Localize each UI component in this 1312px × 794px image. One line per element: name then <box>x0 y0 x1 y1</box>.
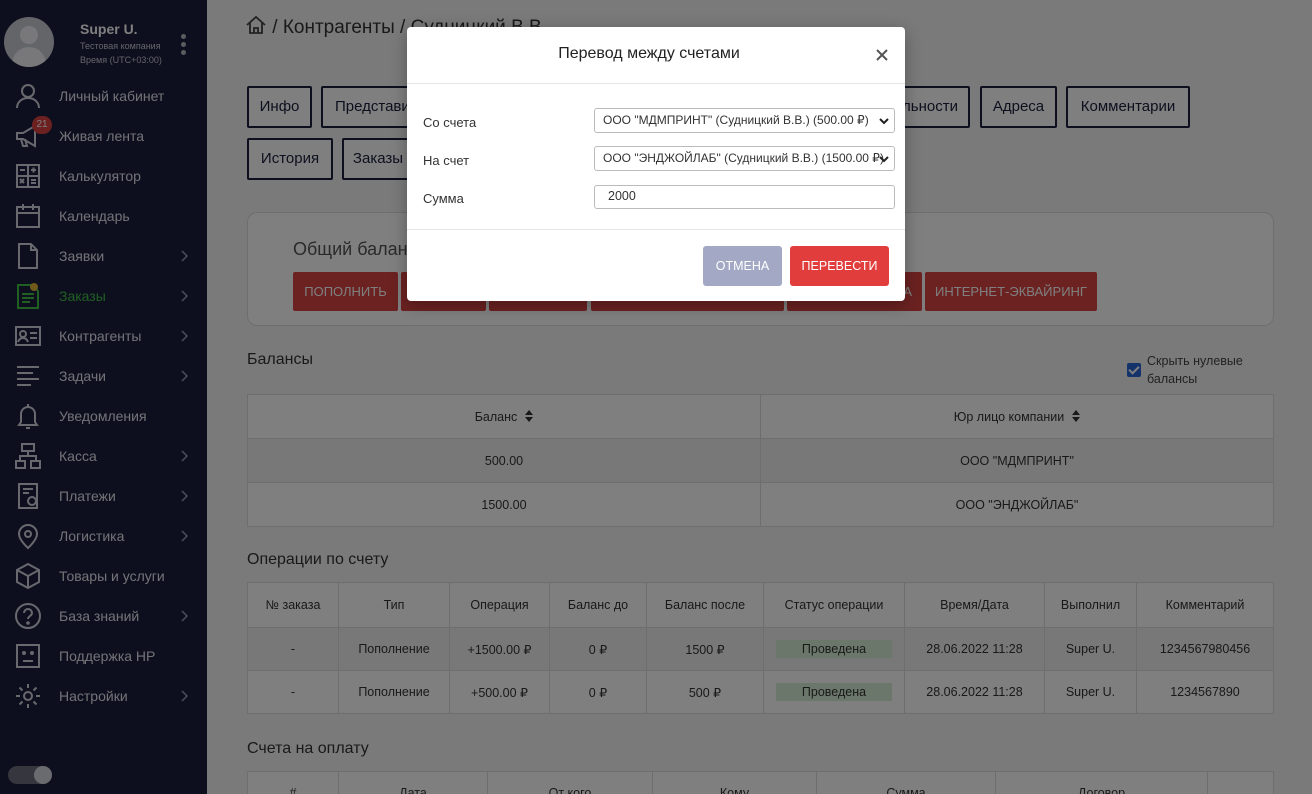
divider <box>407 229 905 230</box>
to-account-select[interactable]: ООО "ЭНДЖОЙЛАБ" (Судницкий В.В.) (1500.0… <box>594 146 895 171</box>
amount-input[interactable]: 2000 <box>594 185 895 209</box>
to-account-value: ООО "ЭНДЖОЙЛАБ" (Судницкий В.В.) (1500.0… <box>603 151 884 165</box>
from-account-value: ООО "МДМПРИНТ" (Судницкий В.В.) (500.00 … <box>603 113 869 127</box>
amount-label: Сумма <box>423 191 464 206</box>
chevron-down-icon <box>879 118 889 125</box>
transfer-button[interactable]: ПЕРЕВЕСТИ <box>790 246 889 286</box>
cancel-button[interactable]: ОТМЕНА <box>703 246 782 286</box>
modal-title: Перевод между счетами <box>558 45 740 62</box>
chevron-down-icon <box>879 156 889 163</box>
to-account-label: На счет <box>423 153 470 168</box>
from-account-select[interactable]: ООО "МДМПРИНТ" (Судницкий В.В.) (500.00 … <box>594 108 895 133</box>
transfer-modal: Перевод между счетами Со счета ООО "МДМП… <box>407 27 905 301</box>
close-icon[interactable] <box>874 47 890 63</box>
from-account-label: Со счета <box>423 115 477 130</box>
divider <box>407 83 905 84</box>
